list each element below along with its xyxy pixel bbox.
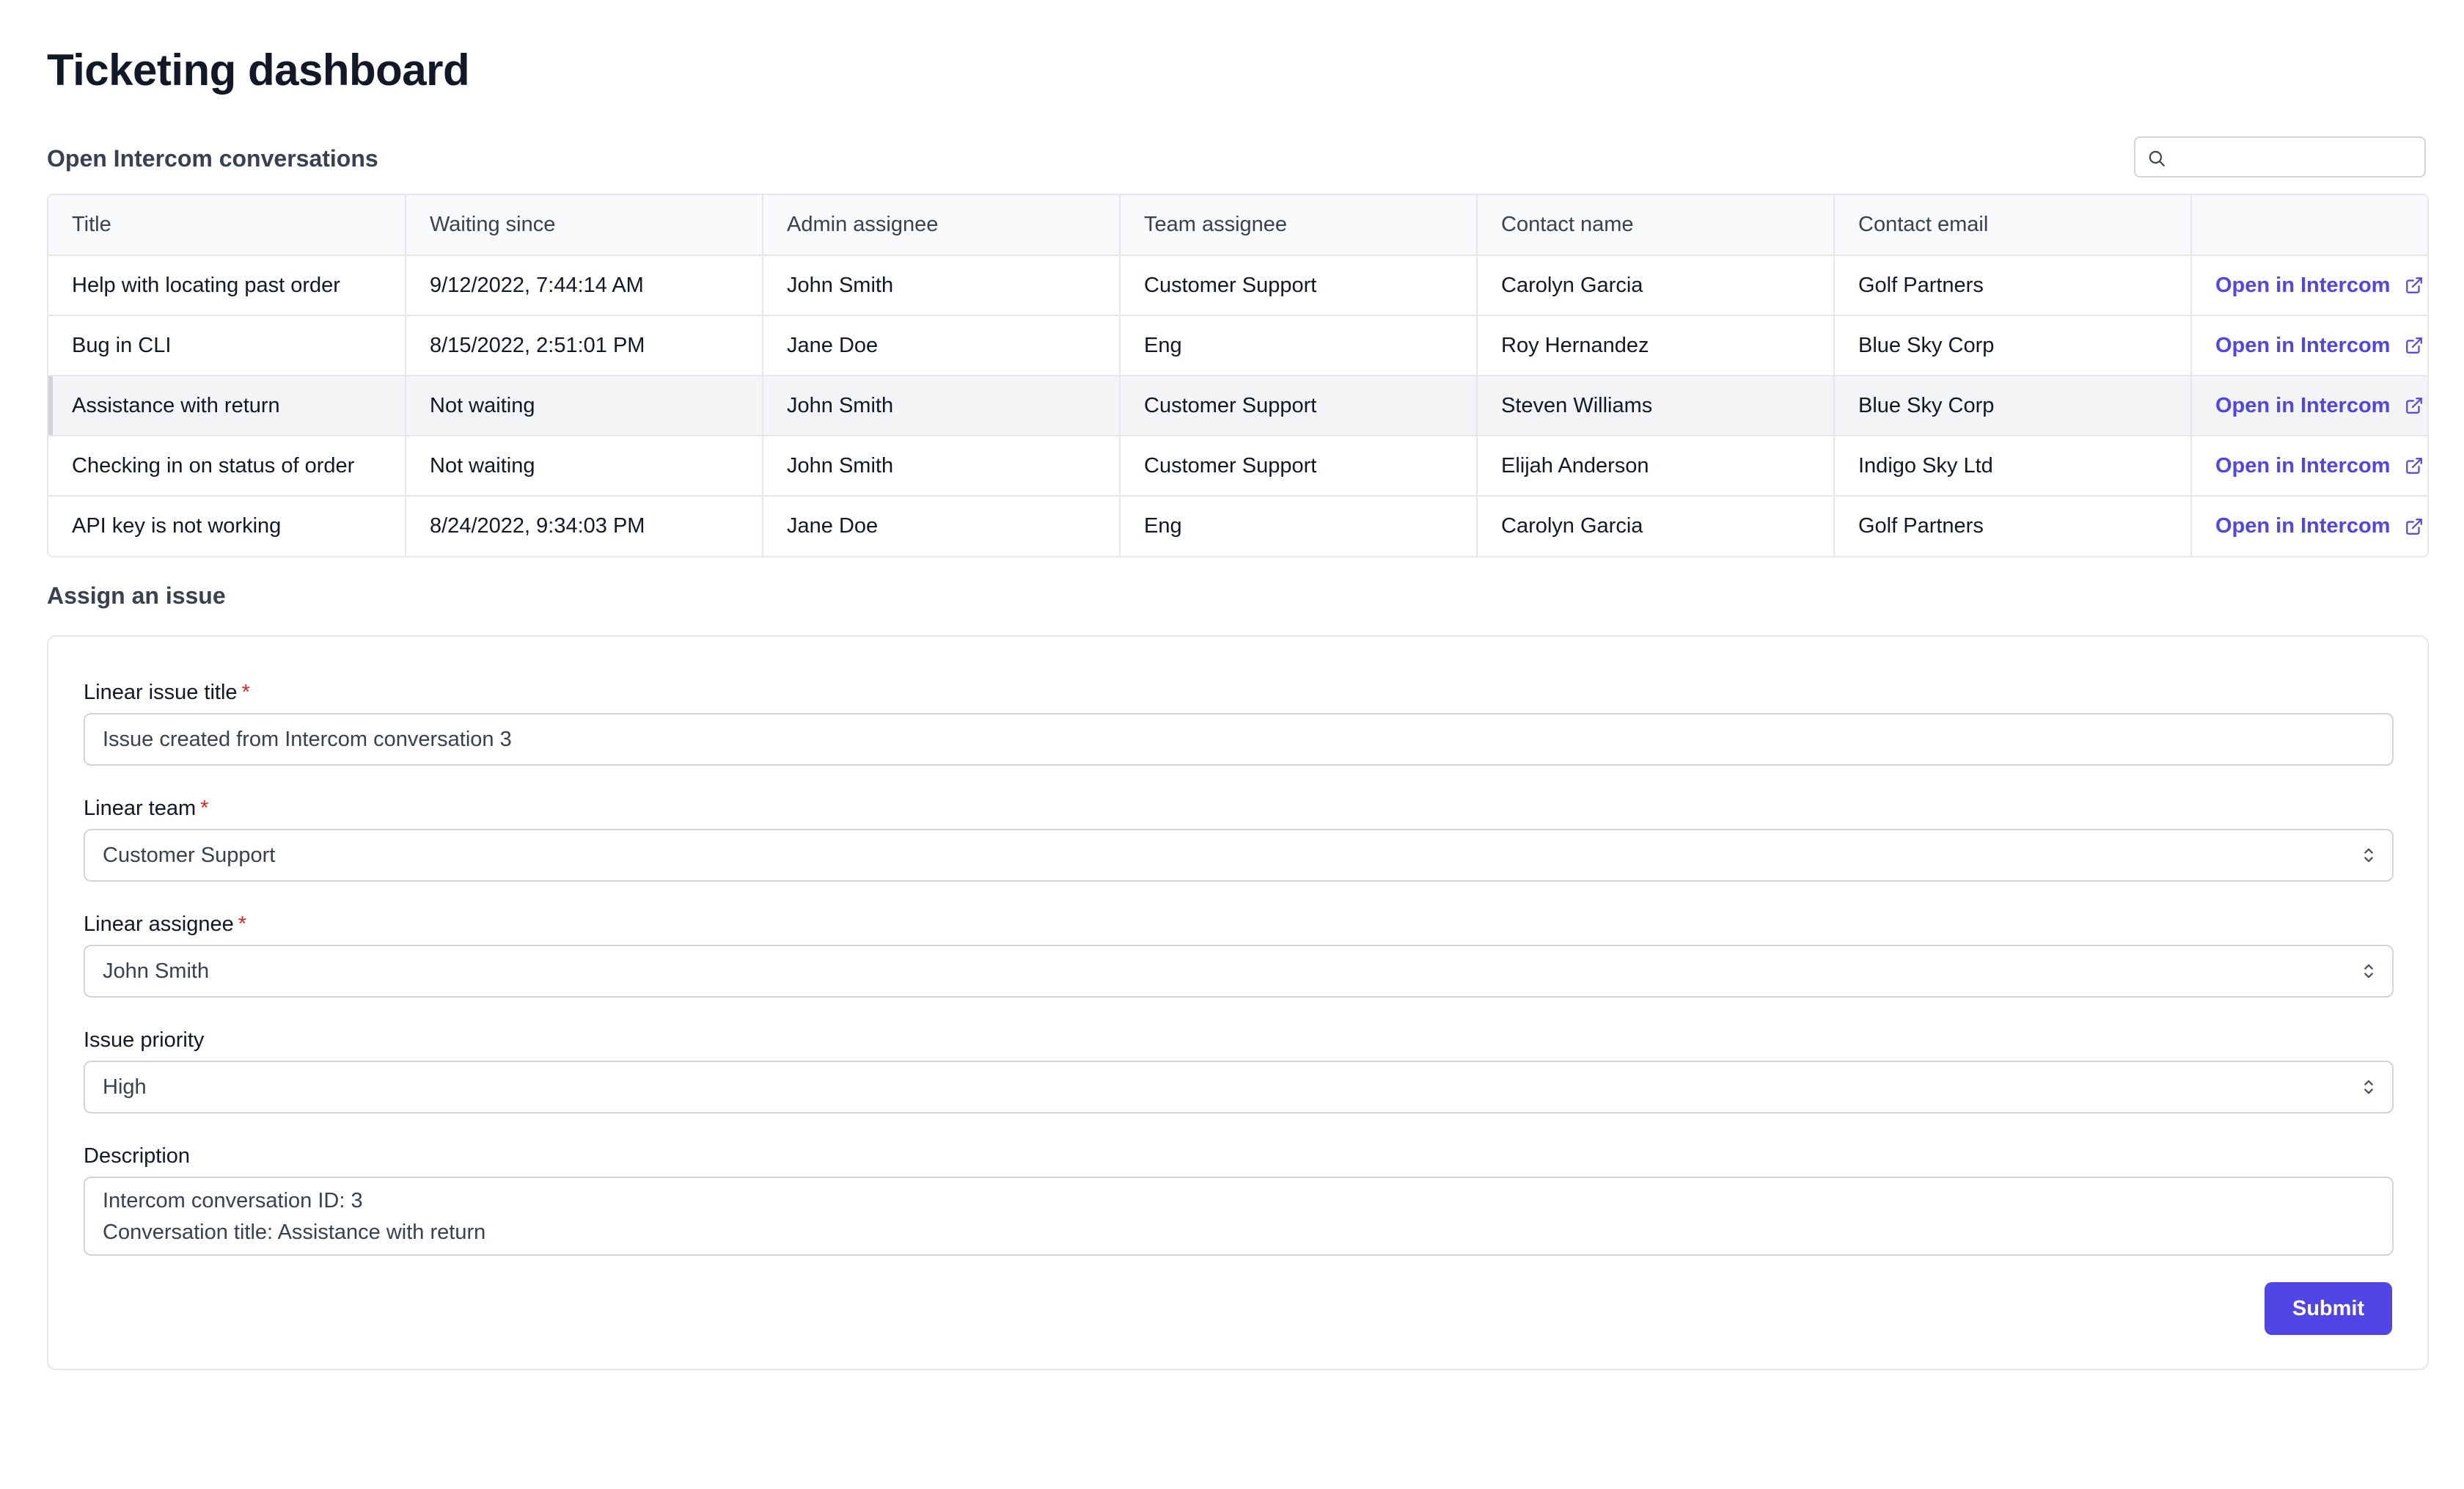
chevron-up-down-icon [2364,1080,2373,1094]
cell-title: Assistance with return [48,376,406,436]
open-in-intercom-link[interactable]: Open in Intercom [2215,454,2424,478]
cell-waiting-since: 9/12/2022, 7:44:14 AM [406,255,763,316]
cell-open-link: Open in Intercom [2191,255,2427,316]
column-header-team-assignee[interactable]: Team assignee [1120,195,1478,256]
cell-team-assignee: Eng [1120,315,1478,376]
cell-open-link: Open in Intercom [2191,496,2427,556]
cell-contact-name: Steven Williams [1477,376,1835,436]
linear-team-label-text: Linear team [84,797,197,820]
search-box[interactable] [2134,136,2426,178]
table-row[interactable]: Bug in CLI 8/15/2022, 2:51:01 PM Jane Do… [48,315,2427,376]
chevron-up-down-icon [2364,964,2373,978]
assign-issue-form: Linear issue title * Issue created from I… [47,635,2429,1370]
cell-title: Checking in on status of order [48,436,406,497]
column-header-contact-email[interactable]: Contact email [1834,195,2192,256]
open-in-intercom-link[interactable]: Open in Intercom [2215,274,2424,298]
cell-title: Bug in CLI [48,315,406,376]
cell-open-link: Open in Intercom [2191,376,2427,436]
cell-admin-assignee: John Smith [763,436,1121,497]
cell-team-assignee: Customer Support [1120,255,1478,316]
open-in-intercom-label: Open in Intercom [2215,453,2391,478]
linear-assignee-select[interactable]: John Smith [84,945,2394,998]
submit-button[interactable]: Submit [2265,1282,2392,1335]
dashboard-page: Ticketing dashboard Open Intercom conver… [0,0,2464,1489]
cell-title: API key is not working [48,496,406,556]
linear-assignee-label: Linear assignee * [84,911,246,937]
external-link-icon [2406,458,2423,474]
cell-team-assignee: Customer Support [1120,376,1478,436]
column-header-title[interactable]: Title [48,195,406,256]
issue-title-label-text: Linear issue title [84,681,238,704]
cell-contact-name: Roy Hernandez [1477,315,1835,376]
external-link-icon [2406,277,2423,293]
cell-contact-email: Golf Partners [1834,496,2192,556]
table-row[interactable]: Checking in on status of order Not waiti… [48,436,2427,497]
open-in-intercom-label: Open in Intercom [2215,273,2391,297]
cell-admin-assignee: John Smith [763,376,1121,436]
open-in-intercom-label: Open in Intercom [2215,333,2391,357]
linear-team-value: Customer Support [103,844,276,867]
page-title: Ticketing dashboard [47,45,470,95]
column-header-admin-assignee[interactable]: Admin assignee [763,195,1121,256]
linear-assignee-value: John Smith [103,959,210,983]
description-line: Intercom conversation ID: 3 [103,1189,363,1212]
description-line: Conversation title: Assistance with retu… [103,1221,486,1244]
cell-contact-email: Blue Sky Corp [1834,376,2192,436]
required-asterisk: * [238,912,247,936]
cell-contact-email: Blue Sky Corp [1834,315,2192,376]
assign-section-title: Assign an issue [47,582,226,609]
linear-assignee-label-text: Linear assignee [84,912,234,936]
table-row[interactable]: API key is not working 8/24/2022, 9:34:0… [48,496,2427,556]
table-header-row: Title Waiting since Admin assignee Team … [48,195,2427,256]
description-label: Description [84,1144,191,1168]
search-input[interactable] [2172,142,2417,173]
cell-waiting-since: 8/24/2022, 9:34:03 PM [406,496,763,556]
cell-team-assignee: Customer Support [1120,436,1478,497]
cell-admin-assignee: Jane Doe [763,315,1121,376]
linear-team-label: Linear team * [84,795,208,822]
issue-title-input[interactable]: Issue created from Intercom conversation… [84,713,2394,766]
open-in-intercom-link[interactable]: Open in Intercom [2215,334,2424,358]
open-in-intercom-link[interactable]: Open in Intercom [2215,514,2424,538]
required-asterisk: * [200,797,209,820]
cell-team-assignee: Eng [1120,496,1478,556]
linear-team-select[interactable]: Customer Support [84,829,2394,882]
cell-admin-assignee: John Smith [763,255,1121,316]
required-asterisk: * [241,681,250,704]
description-textarea[interactable]: Intercom conversation ID: 3 Conversation… [84,1177,2394,1256]
open-in-intercom-link[interactable]: Open in Intercom [2215,394,2424,418]
issue-priority-label: Issue priority [84,1028,205,1052]
issue-priority-select[interactable]: High [84,1061,2394,1113]
cell-title: Help with locating past order [48,255,406,316]
table-row-selected[interactable]: Assistance with return Not waiting John … [48,376,2427,436]
external-link-icon [2406,398,2423,414]
column-header-actions [2191,195,2427,256]
open-in-intercom-label: Open in Intercom [2215,393,2391,417]
chevron-up-down-icon [2364,848,2373,863]
cell-waiting-since: Not waiting [406,436,763,497]
cell-waiting-since: 8/15/2022, 2:51:01 PM [406,315,763,376]
conversations-table: Title Waiting since Admin assignee Team … [47,194,2429,557]
cell-contact-email: Indigo Sky Ltd [1834,436,2192,497]
issue-title-label: Linear issue title * [84,679,250,706]
issue-priority-value: High [103,1075,147,1099]
cell-contact-name: Elijah Anderson [1477,436,1835,497]
cell-open-link: Open in Intercom [2191,315,2427,376]
cell-contact-name: Carolyn Garcia [1477,255,1835,316]
cell-contact-email: Golf Partners [1834,255,2192,316]
cell-admin-assignee: Jane Doe [763,496,1121,556]
cell-waiting-since: Not waiting [406,376,763,436]
cell-open-link: Open in Intercom [2191,436,2427,497]
table-row[interactable]: Help with locating past order 9/12/2022,… [48,255,2427,316]
conversations-section-title: Open Intercom conversations [47,145,378,172]
column-header-contact-name[interactable]: Contact name [1477,195,1835,256]
external-link-icon [2406,518,2423,535]
search-icon [2149,150,2165,167]
cell-contact-name: Carolyn Garcia [1477,496,1835,556]
open-in-intercom-label: Open in Intercom [2215,514,2391,538]
external-link-icon [2406,337,2423,354]
column-header-waiting-since[interactable]: Waiting since [406,195,763,256]
